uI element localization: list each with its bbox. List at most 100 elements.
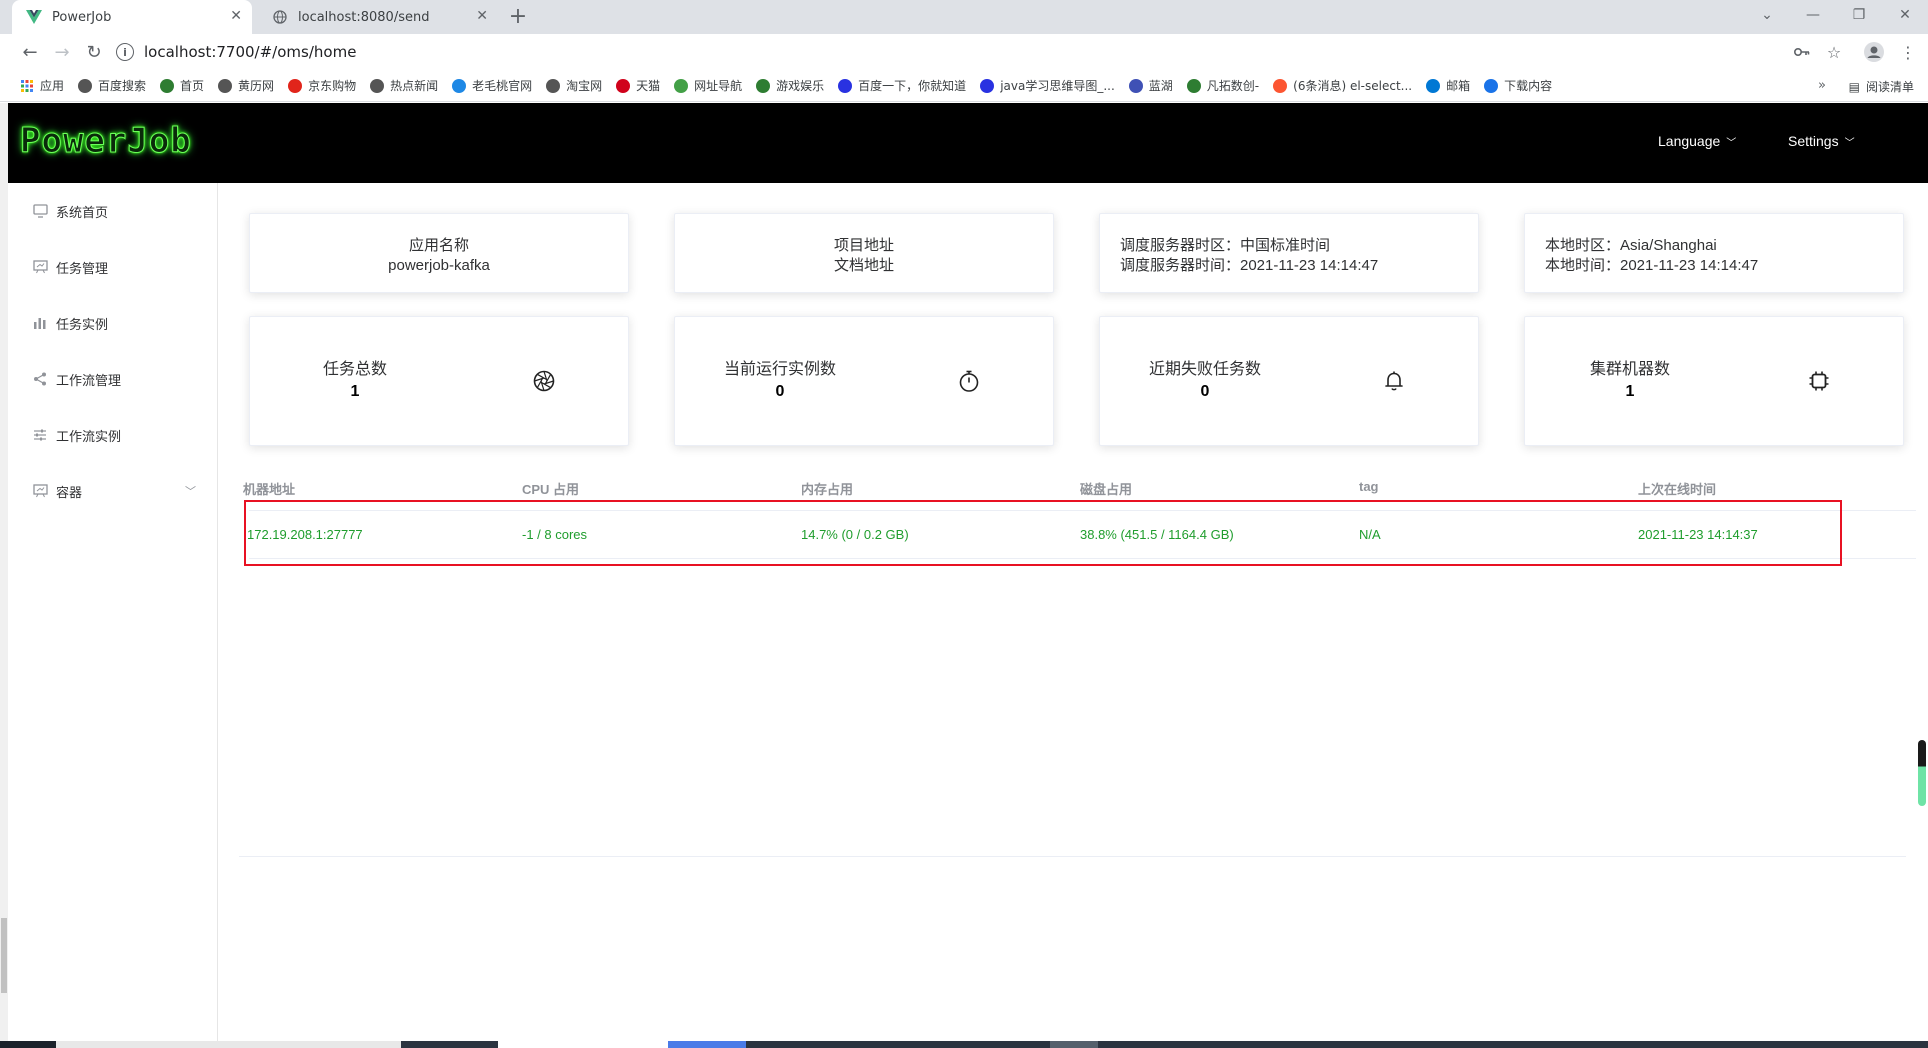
local-time: 本地时间：2021-11-23 14:14:47 <box>1545 257 1759 274</box>
bookmark-item[interactable]: 应用 <box>20 77 64 94</box>
bookmark-favicon-icon <box>160 78 175 93</box>
bookmark-item[interactable]: 首页 <box>160 77 204 94</box>
bookmark-favicon-icon <box>370 78 385 93</box>
bookmark-item[interactable]: 黄历网 <box>218 77 274 94</box>
bookmark-item[interactable]: 蓝湖 <box>1128 77 1173 94</box>
scroll-indicator[interactable] <box>1918 740 1926 806</box>
reading-list-icon: ▤ <box>1848 79 1860 94</box>
close-icon[interactable]: ✕ <box>476 8 488 24</box>
forward-arrow-icon[interactable]: → <box>50 40 74 64</box>
bookmark-item[interactable]: 老毛桃官网 <box>452 77 532 94</box>
bookmark-item[interactable]: 京东购物 <box>288 77 356 94</box>
settings-menu[interactable]: Settings ﹀ <box>1788 133 1855 149</box>
address-bar[interactable]: i localhost:7700/#/oms/home <box>116 38 1806 66</box>
stat-label: 任务总数 <box>322 361 387 378</box>
star-icon[interactable]: ☆ <box>1822 40 1846 64</box>
monitor-icon <box>32 203 48 219</box>
bookmark-item[interactable]: 下载内容 <box>1484 77 1552 94</box>
bookmark-item[interactable]: 游戏娱乐 <box>756 77 824 94</box>
more-menu-icon[interactable]: ⋮ <box>1896 40 1920 64</box>
window-controls: ⌄ — ❐ ✕ <box>1744 0 1928 34</box>
vue-logo-icon <box>26 9 42 25</box>
column-header: 磁盘占用 <box>1080 482 1133 497</box>
bookmark-label: 邮箱 <box>1446 79 1471 93</box>
bookmark-favicon-icon <box>1484 78 1499 93</box>
column-header: tag <box>1359 479 1379 494</box>
local-time-card: 本地时区：Asia/Shanghai 本地时间：2021-11-23 14:14… <box>1524 213 1904 293</box>
bookmark-item[interactable]: 网址导航 <box>674 77 742 94</box>
minimize-icon[interactable]: — <box>1790 0 1836 30</box>
bookmark-item[interactable]: 淘宝网 <box>546 77 602 94</box>
back-arrow-icon[interactable]: ← <box>18 40 42 64</box>
bookmark-item[interactable]: 百度一下，你就知道 <box>838 77 966 94</box>
bookmark-item[interactable]: 百度搜索 <box>78 77 146 94</box>
bookmark-favicon-icon <box>20 79 34 93</box>
column-header: 上次在线时间 <box>1638 482 1717 497</box>
bookmark-label: 应用 <box>40 79 65 93</box>
bookmark-label: 凡拓数创- <box>1206 79 1260 93</box>
bookmark-favicon-icon <box>78 78 93 93</box>
os-taskbar <box>0 1041 1928 1048</box>
powerjob-logo[interactable]: PowerJob <box>20 121 192 162</box>
bookmark-label: 京东购物 <box>308 79 357 93</box>
bookmark-item[interactable]: 凡拓数创- <box>1186 77 1260 94</box>
sidebar-item-label: 系统首页 <box>56 205 109 221</box>
bookmark-label: 老毛桃官网 <box>472 79 533 93</box>
new-tab-button[interactable]: + <box>506 4 530 29</box>
scrollbar-thumb[interactable] <box>1 918 7 993</box>
sidebar-item-task-management[interactable]: 任务管理 <box>8 239 218 295</box>
chevron-down-icon[interactable]: ﹀ <box>185 483 196 499</box>
tab-powerjob[interactable]: PowerJob ✕ <box>12 0 252 34</box>
close-icon[interactable]: ✕ <box>230 8 242 24</box>
stat-label: 当前运行实例数 <box>723 361 836 378</box>
app-name-title: 应用名称 <box>408 237 469 254</box>
bookmark-favicon-icon <box>674 78 689 93</box>
bookmark-label: 热点新闻 <box>390 79 439 93</box>
url-text: localhost:7700/#/oms/home <box>144 43 357 61</box>
profile-avatar-icon[interactable] <box>1862 40 1886 64</box>
restore-icon[interactable]: ❐ <box>1836 0 1882 30</box>
bookmark-item[interactable]: 天猫 <box>616 77 660 94</box>
docs-link[interactable]: 文档地址 <box>675 256 1053 276</box>
app-name-value: powerjob-kafka <box>388 257 490 274</box>
bookmarks-more-button[interactable]: » <box>1818 78 1826 93</box>
tab-localhost-send[interactable]: localhost:8080/send ✕ <box>258 0 498 34</box>
stat-value: 1 <box>350 383 360 400</box>
globe-icon <box>272 9 288 25</box>
highlight-box <box>244 500 1842 566</box>
bookmark-item[interactable]: 邮箱 <box>1426 77 1470 94</box>
bookmark-favicon-icon <box>288 78 303 93</box>
board-icon <box>32 259 48 275</box>
bookmark-label: 百度搜索 <box>98 79 147 93</box>
sidebar-item-task-instances[interactable]: 任务实例 <box>8 295 218 351</box>
language-menu[interactable]: Language ﹀ <box>1658 133 1736 149</box>
bar-chart-icon <box>32 315 48 331</box>
bookmark-label: 天猫 <box>636 79 661 93</box>
reload-icon[interactable]: ↻ <box>82 40 106 64</box>
bookmark-item[interactable]: java学习思维导图_... <box>980 77 1115 94</box>
settings-label: Settings <box>1788 133 1839 149</box>
sidebar-item-label: 任务实例 <box>56 317 109 333</box>
reading-list-button[interactable]: ▤ 阅读清单 <box>1849 78 1914 95</box>
reading-list-label: 阅读清单 <box>1865 80 1914 94</box>
column-header: 内存占用 <box>801 482 854 497</box>
cpu-icon <box>1807 369 1831 393</box>
sidebar-item-workflow-instances[interactable]: 工作流实例 <box>8 407 218 463</box>
sliders-icon <box>32 427 48 443</box>
sidebar-item-home[interactable]: 系统首页 <box>8 183 218 239</box>
stat-value: 1 <box>1625 383 1635 400</box>
bookmark-label: 下载内容 <box>1504 79 1553 93</box>
bookmark-label: 网址导航 <box>694 79 743 93</box>
project-link[interactable]: 项目地址 <box>675 236 1053 256</box>
chevron-down-icon[interactable]: ⌄ <box>1744 0 1790 30</box>
bookmark-item[interactable]: (6条消息) el-select... <box>1273 77 1412 94</box>
sidebar-item-container[interactable]: 容器 ﹀ <box>8 463 218 519</box>
column-header: CPU 占用 <box>522 482 580 497</box>
key-icon[interactable] <box>1790 40 1814 64</box>
stat-card-total-tasks: 任务总数 1 <box>249 316 629 446</box>
info-icon[interactable]: i <box>116 43 134 61</box>
sidebar-item-workflow-management[interactable]: 工作流管理 <box>8 351 218 407</box>
close-window-icon[interactable]: ✕ <box>1882 0 1928 30</box>
bookmark-item[interactable]: 热点新闻 <box>370 77 438 94</box>
bookmark-label: (6条消息) el-select... <box>1293 79 1413 93</box>
